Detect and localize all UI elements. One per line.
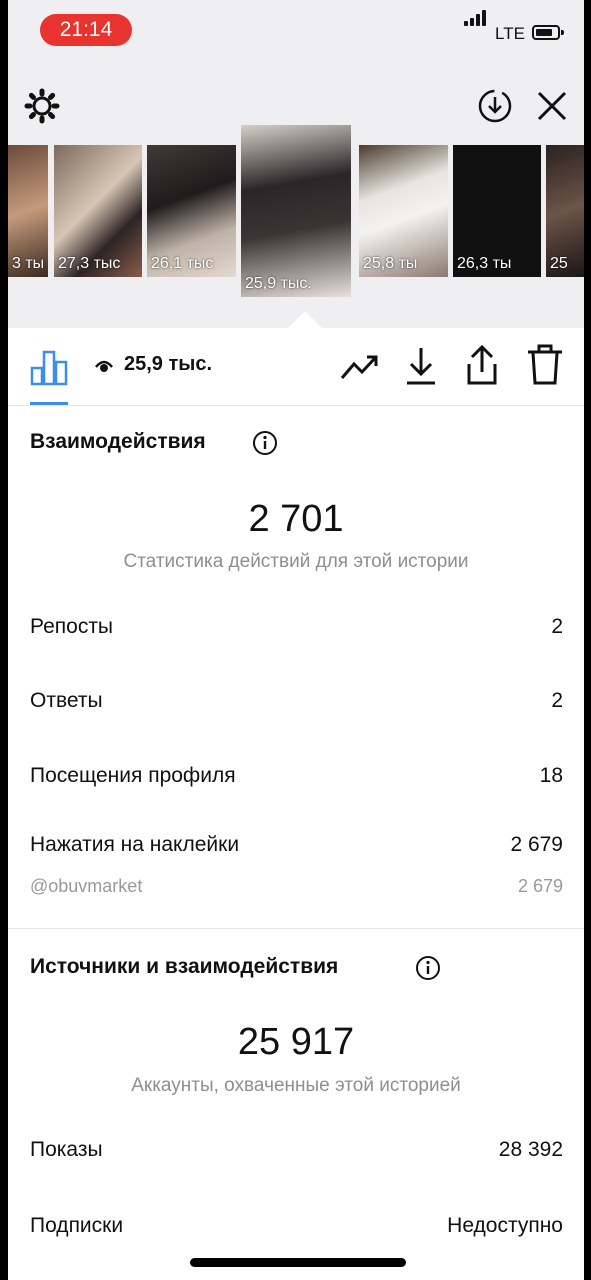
row-value-profile-visits: 18	[539, 764, 563, 787]
download-icon[interactable]	[404, 346, 438, 386]
home-indicator[interactable]	[190, 1258, 406, 1267]
story-thumbnail-selected[interactable]: 25,9 тыс.	[241, 125, 351, 297]
row-value-sticker-taps: 2 679	[510, 833, 563, 856]
screen: 21:14 LTE 3 ты 27,3 тыс 26,1 тыс 25,9 ты…	[8, 0, 584, 1280]
row-label-replies: Ответы	[30, 689, 103, 712]
share-icon[interactable]	[464, 344, 500, 386]
toolbar-views: 25,9 тыс.	[124, 353, 213, 375]
story-thumbnail[interactable]: 27,3 тыс	[54, 145, 142, 277]
thumbnail-views: 26,3 ты	[457, 255, 512, 272]
story-thumbnail[interactable]: 26,1 тыс	[147, 145, 236, 277]
divider	[8, 928, 584, 929]
info-icon[interactable]	[415, 955, 441, 981]
thumbnail-views: 3 ты	[12, 255, 45, 272]
delete-icon[interactable]	[526, 344, 564, 386]
sticker-account-value: 2 679	[517, 876, 563, 896]
close-icon[interactable]	[536, 90, 568, 122]
thumbnail-views: 26,1 тыс	[151, 255, 214, 272]
story-thumbnail[interactable]: 3 ты	[8, 145, 48, 277]
info-icon[interactable]	[252, 430, 278, 456]
thumbnail-views: 25,8 ты	[363, 255, 418, 272]
battery-icon	[532, 25, 564, 40]
row-value-impressions: 28 392	[498, 1138, 563, 1161]
thumbnail-views: 25	[550, 255, 568, 272]
story-thumbnail[interactable]: 25,8 ты	[359, 145, 448, 277]
settings-icon[interactable]	[24, 88, 60, 124]
row-value-follows: Недоступно	[447, 1214, 563, 1237]
trending-icon[interactable]	[340, 352, 380, 382]
row-label-impressions: Показы	[30, 1138, 103, 1161]
story-thumbnail[interactable]: 26,3 ты	[453, 145, 541, 277]
divider	[8, 405, 584, 406]
row-label-reposts: Репосты	[30, 615, 114, 638]
discovery-title: Источники и взаимодействия	[30, 955, 339, 978]
row-label-follows: Подписки	[30, 1214, 124, 1237]
status-time: 21:14	[40, 14, 132, 46]
selection-pointer	[288, 311, 322, 328]
stats-bar-icon[interactable]	[30, 348, 68, 386]
interactions-caption: Статистика действий для этой истории	[123, 551, 469, 572]
interactions-total: 2 701	[248, 498, 344, 540]
interactions-title: Взаимодействия	[30, 430, 206, 453]
sticker-account-label[interactable]: @obuvmarket	[30, 876, 142, 897]
row-label-profile-visits: Посещения профиля	[30, 764, 236, 787]
thumbnail-views: 25,9 тыс.	[245, 275, 312, 292]
discovery-total: 25 917	[237, 1021, 355, 1063]
thumbnail-views: 27,3 тыс	[58, 255, 121, 272]
row-label-sticker-taps: Нажатия на наклейки	[30, 833, 240, 856]
save-to-archive-icon[interactable]	[477, 88, 513, 124]
story-thumbnail[interactable]: 25	[546, 145, 584, 277]
discovery-caption: Аккаунты, охваченные этой историей	[131, 1075, 461, 1096]
row-value-replies: 2	[551, 689, 563, 712]
eye-icon	[95, 360, 113, 372]
network-label: LTE	[495, 24, 525, 43]
row-value-reposts: 2	[551, 615, 563, 638]
